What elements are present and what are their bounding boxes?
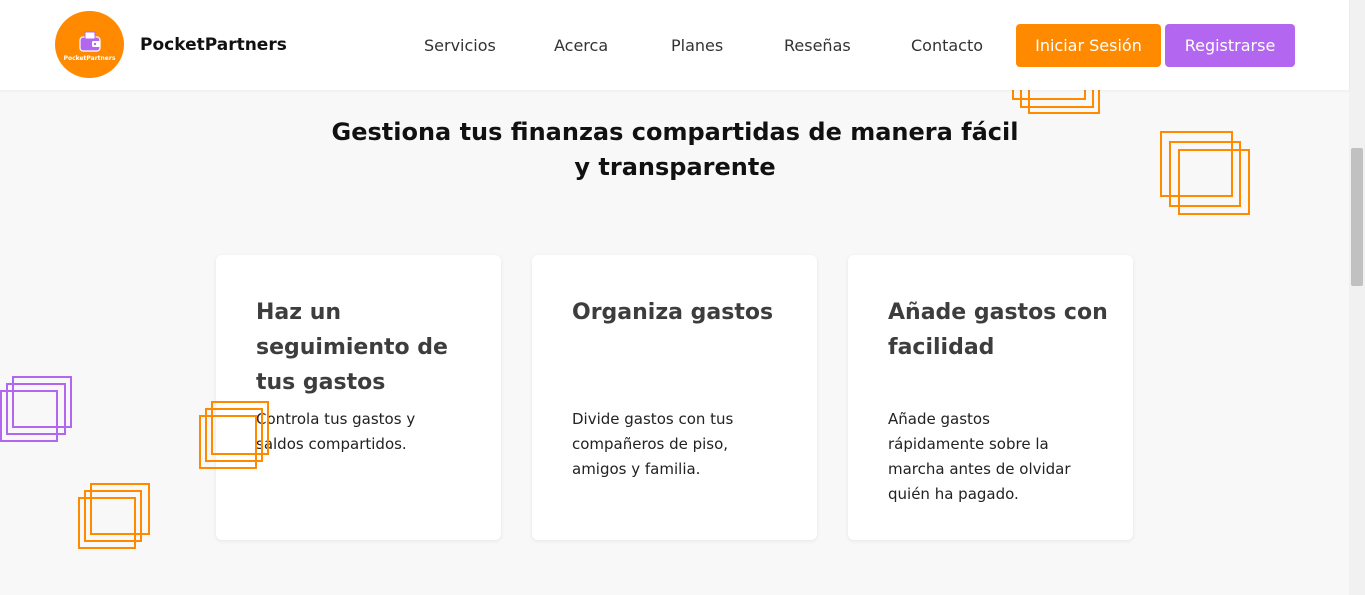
nav-link-resenas[interactable]: Reseñas xyxy=(784,36,851,55)
card-title: Organiza gastos xyxy=(572,300,774,325)
decorative-squares-right xyxy=(1160,131,1252,217)
nav-link-acerca[interactable]: Acerca xyxy=(554,36,608,55)
login-button[interactable]: Iniciar Sesión xyxy=(1016,24,1161,67)
card-title: Añade gastos con facilidad xyxy=(888,300,1108,360)
decorative-squares-bottom xyxy=(78,482,152,550)
scrollbar-thumb[interactable] xyxy=(1351,148,1363,286)
brand-name[interactable]: PocketPartners xyxy=(140,35,287,55)
feature-card-add: Añade gastos con facilidad Añade gastos … xyxy=(848,255,1133,540)
logo[interactable]: PocketPartners xyxy=(55,11,124,78)
card-text: Añade gastos rápidamente sobre la marcha… xyxy=(888,410,1071,503)
card-text: Divide gastos con tus compañeros de piso… xyxy=(572,410,734,478)
hero-headline: Gestiona tus finanzas compartidas de man… xyxy=(331,118,1019,181)
card-text: Controla tus gastos y saldos compartidos… xyxy=(256,410,416,453)
wallet-icon xyxy=(78,31,101,52)
card-title: Haz un seguimiento de tus gastos xyxy=(256,300,448,395)
decorative-squares-purple xyxy=(0,375,74,445)
top-navbar: PocketPartners PocketPartners Servicios … xyxy=(0,0,1349,90)
feature-card-tracking: Haz un seguimiento de tus gastos Control… xyxy=(216,255,501,540)
decorative-squares-card xyxy=(199,400,273,470)
feature-card-organize: Organiza gastos Divide gastos con tus co… xyxy=(532,255,817,540)
page-scrollbar[interactable] xyxy=(1349,0,1365,595)
nav-link-planes[interactable]: Planes xyxy=(671,36,723,55)
register-button[interactable]: Registrarse xyxy=(1165,24,1295,67)
logo-caption: PocketPartners xyxy=(63,54,116,62)
nav-link-servicios[interactable]: Servicios xyxy=(424,36,496,55)
nav-link-contacto[interactable]: Contacto xyxy=(911,36,983,55)
